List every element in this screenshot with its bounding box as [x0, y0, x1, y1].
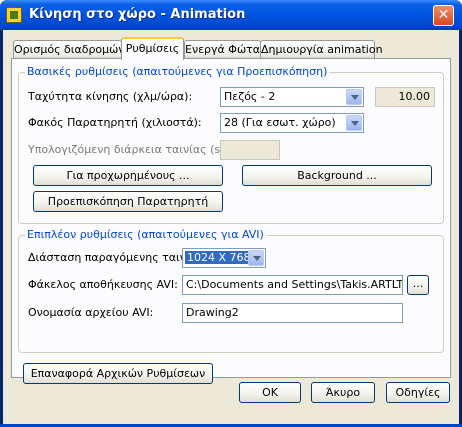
- chevron-down-icon[interactable]: [346, 89, 362, 105]
- browse-button[interactable]: ...: [407, 275, 429, 295]
- dimension-select[interactable]: 1024 X 768: [182, 248, 266, 268]
- folder-path-field[interactable]: C:\Documents and Settings\Takis.ARTLTD\M…: [182, 275, 403, 295]
- filename-field[interactable]: Drawing2: [182, 303, 403, 323]
- app-icon[interactable]: [6, 7, 22, 23]
- tab-create-animation[interactable]: Δημιουργία animation: [260, 40, 383, 59]
- tab-active-lights[interactable]: Ενεργά Φώτα: [184, 40, 261, 59]
- preview-observer-button[interactable]: Προεπισκόπηση Παρατηρητή: [33, 191, 223, 212]
- folder-label: Φάκελος αποθήκευσης AVI:: [28, 278, 178, 291]
- window-title: Κίνηση στο χώρο - Animation: [29, 7, 246, 22]
- lens-select[interactable]: 28 (Για εσωτ. χώρο): [220, 113, 364, 133]
- close-button[interactable]: ✕: [433, 5, 454, 26]
- dimension-label: Διάσταση παραγόμενης ταινίας:: [28, 251, 208, 264]
- basic-settings-group: Βασικές ρυθμίσεις (απαιτούμενες για Προε…: [18, 65, 444, 224]
- speed-select[interactable]: Πεζός - 2: [220, 87, 364, 107]
- avi-settings-group-label: Επιπλέον ρυθμίσεις (απαιτούμενες για AVI…: [25, 228, 266, 241]
- dialog-window: Κίνηση στο χώρο - Animation ✕ Ορισμός δι…: [0, 0, 462, 427]
- speed-select-value: Πεζός - 2: [224, 90, 276, 103]
- title-bar[interactable]: Κίνηση στο χώρο - Animation ✕: [0, 0, 462, 30]
- help-button[interactable]: Οδηγίες: [386, 382, 450, 403]
- lens-select-value: 28 (Για εσωτ. χώρο): [224, 116, 336, 129]
- lens-label: Φακός Παρατηρητή (χιλιοστά):: [28, 116, 202, 129]
- speed-numeric-field: 10.00: [375, 87, 435, 107]
- chevron-down-icon[interactable]: [346, 115, 362, 131]
- ok-button[interactable]: OK: [239, 382, 301, 403]
- cancel-button[interactable]: Άκυρο: [311, 382, 375, 403]
- basic-settings-group-label: Βασικές ρυθμίσεις (απαιτούμενες για Προε…: [25, 65, 330, 78]
- dimension-select-value: 1024 X 768: [185, 251, 253, 264]
- settings-panel: Βασικές ρυθμίσεις (απαιτούμενες για Προε…: [11, 58, 451, 384]
- tab-settings[interactable]: Ρυθμίσεις: [121, 37, 184, 60]
- advanced-button[interactable]: Για προχωρημένους ...: [33, 165, 223, 186]
- speed-label: Ταχύτητα κίνησης (χλμ/ώρα):: [28, 90, 193, 103]
- background-button[interactable]: Background ...: [242, 165, 432, 186]
- duration-label: Υπολογιζόμενη διάρκεια ταινίας (sec):: [28, 143, 241, 156]
- dialog-client-area: Ορισμός διαδρομών Ρυθμίσεις Ενεργά Φώτα …: [3, 30, 459, 424]
- tab-define-paths[interactable]: Ορισμός διαδρομών: [13, 40, 125, 59]
- filename-label: Ονομασία αρχείου AVI:: [28, 306, 154, 319]
- reset-defaults-button[interactable]: Επαναφορά Αρχικών Ρυθμίσεων: [23, 363, 213, 384]
- duration-field: [220, 140, 280, 160]
- avi-settings-group: Επιπλέον ρυθμίσεις (απαιτούμενες για AVI…: [18, 228, 444, 353]
- chevron-down-icon[interactable]: [248, 250, 264, 266]
